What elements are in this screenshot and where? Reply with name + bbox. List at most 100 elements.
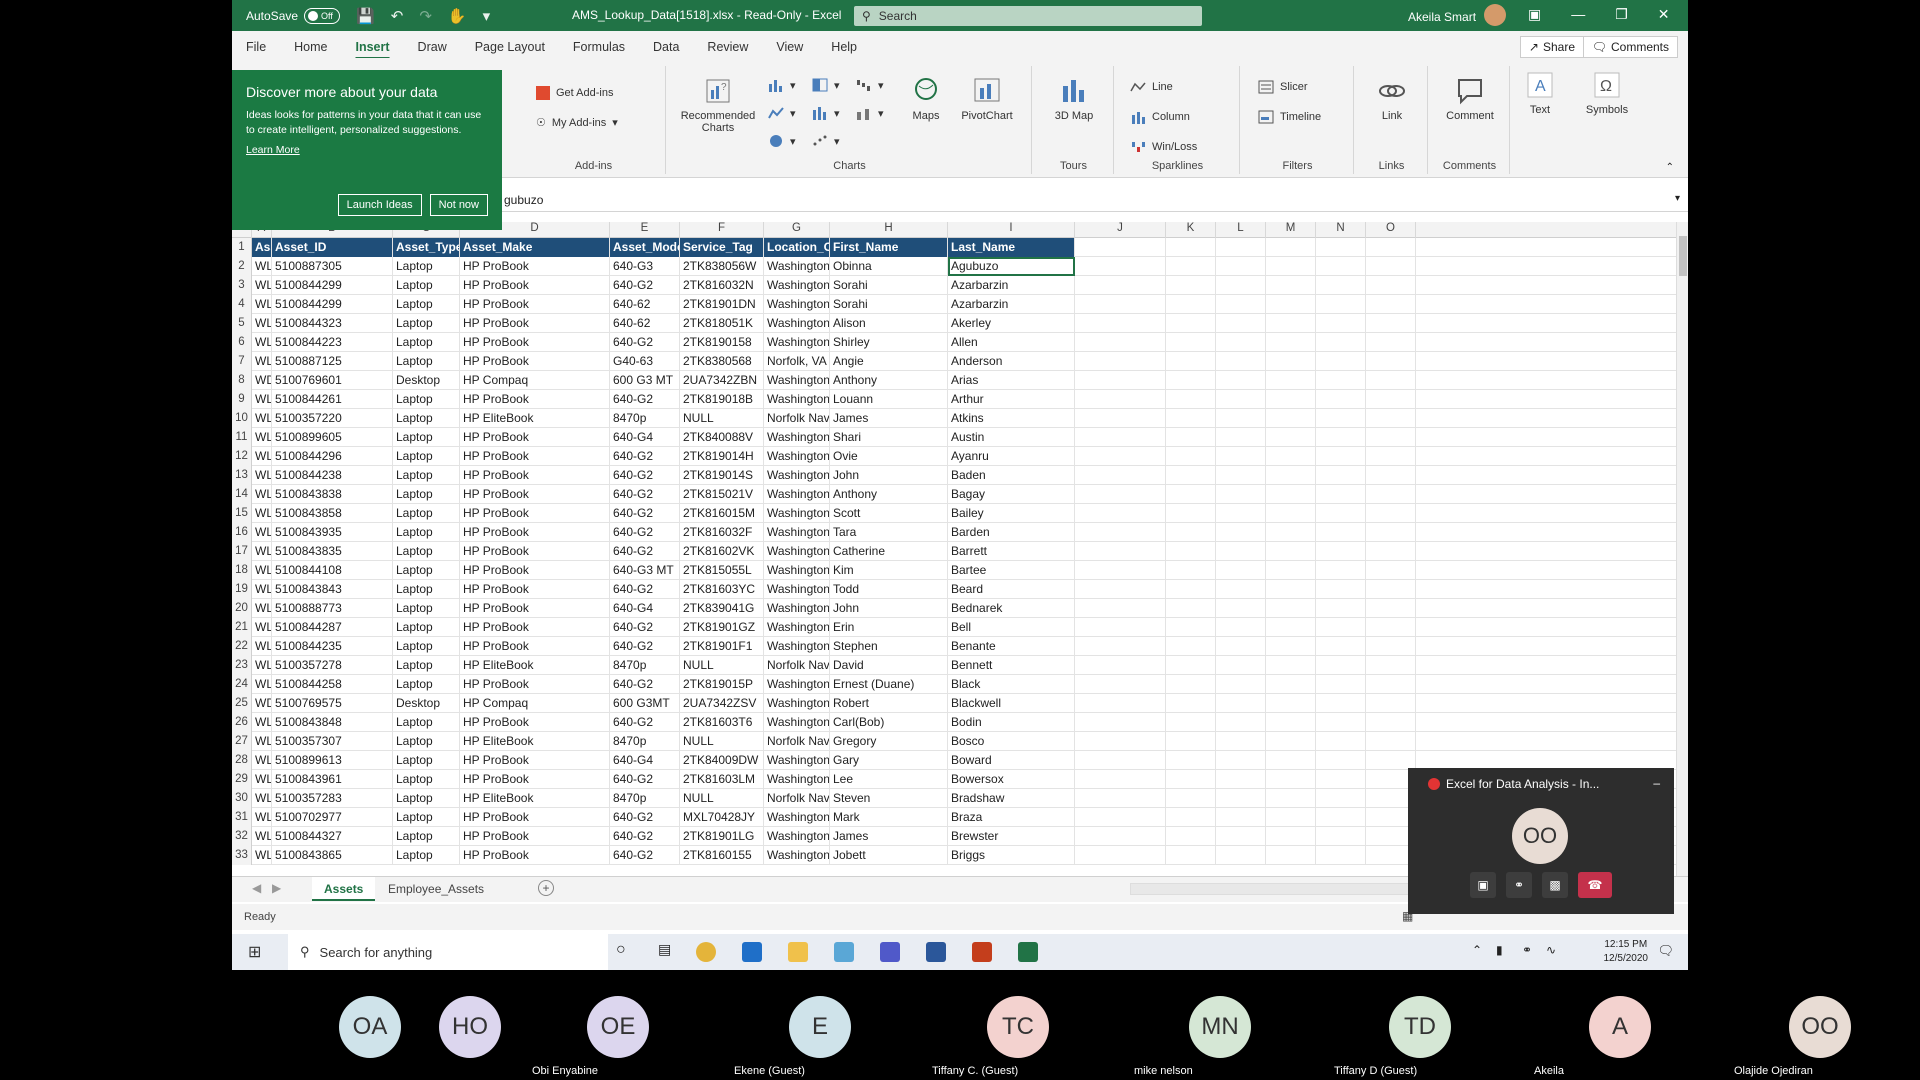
formula-text[interactable]: gubuzo — [504, 193, 543, 207]
table-cell[interactable] — [1266, 352, 1316, 371]
table-cell[interactable] — [1216, 637, 1266, 656]
table-cell[interactable] — [1075, 637, 1166, 656]
table-cell[interactable]: Laptop — [393, 789, 460, 808]
row-number[interactable]: 29 — [232, 770, 252, 789]
table-cell[interactable] — [1266, 447, 1316, 466]
table-cell[interactable]: HP ProBook — [460, 542, 610, 561]
table-cell[interactable]: 5100843961 — [272, 770, 393, 789]
table-cell[interactable]: Washington Navy Yard — [764, 846, 830, 865]
table-cell[interactable]: 5100844296 — [272, 447, 393, 466]
wifi-icon[interactable]: ∿ — [1546, 943, 1556, 957]
get-addins-button[interactable]: Get Add-ins — [536, 86, 613, 100]
table-cell[interactable]: NULL — [680, 732, 764, 751]
table-cell[interactable] — [1216, 447, 1266, 466]
table-cell[interactable]: WDWNYD049278NN — [252, 371, 272, 390]
table-cell[interactable]: WLWNYD050630NN — [252, 447, 272, 466]
table-cell[interactable]: James — [830, 827, 948, 846]
table-cell[interactable]: NULL — [680, 789, 764, 808]
table-cell[interactable] — [1075, 656, 1166, 675]
table-cell[interactable] — [1166, 732, 1216, 751]
table-cell[interactable]: HP ProBook — [460, 713, 610, 732]
table-cell[interactable] — [1075, 466, 1166, 485]
table-cell[interactable]: 2TK81603T6 — [680, 713, 764, 732]
user-avatar[interactable] — [1484, 4, 1507, 26]
table-cell[interactable] — [1266, 333, 1316, 352]
hierarchy-chart-button[interactable]: ▾ — [812, 78, 840, 92]
table-cell[interactable]: HP ProBook — [460, 352, 610, 371]
table-cell[interactable]: Desktop — [393, 694, 460, 713]
row-number[interactable]: 19 — [232, 580, 252, 599]
table-cell[interactable]: WLNFSH017921NN — [252, 409, 272, 428]
table-cell[interactable]: WLWNYD050692NN — [252, 523, 272, 542]
header-cell[interactable]: Asset_ID — [272, 238, 393, 257]
table-cell[interactable] — [1316, 276, 1366, 295]
teams-icon[interactable] — [880, 942, 900, 962]
table-cell[interactable]: Bodin — [948, 713, 1075, 732]
table-cell[interactable]: James — [830, 409, 948, 428]
table-cell[interactable]: Braza — [948, 808, 1075, 827]
header-cell[interactable]: Location_City — [764, 238, 830, 257]
table-cell[interactable] — [1316, 694, 1366, 713]
table-cell[interactable] — [1166, 789, 1216, 808]
table-cell[interactable] — [1266, 295, 1316, 314]
table-cell[interactable]: Laptop — [393, 276, 460, 295]
table-cell[interactable]: Laptop — [393, 713, 460, 732]
table-cell[interactable] — [1166, 694, 1216, 713]
table-cell[interactable] — [1366, 713, 1416, 732]
table-cell[interactable]: HP ProBook — [460, 846, 610, 865]
table-cell[interactable] — [1366, 371, 1416, 390]
table-cell[interactable]: Washington Navy Yard — [764, 675, 830, 694]
column-header-G[interactable]: G — [764, 222, 830, 238]
table-cell[interactable]: 640-G3 MT — [610, 561, 680, 580]
table-cell[interactable]: WLWNYD050696NN — [252, 542, 272, 561]
table-cell[interactable]: Washington Navy Yard — [764, 485, 830, 504]
table-cell[interactable] — [1166, 485, 1216, 504]
table-cell[interactable] — [1316, 314, 1366, 333]
table-cell[interactable] — [1366, 314, 1416, 333]
table-cell[interactable]: WLWNYD050686NN — [252, 846, 272, 865]
table-cell[interactable] — [1316, 333, 1366, 352]
table-cell[interactable]: 640-62 — [610, 314, 680, 333]
table-cell[interactable] — [1316, 656, 1366, 675]
table-cell[interactable]: 2TK81603LM — [680, 770, 764, 789]
column-header-J[interactable]: J — [1075, 222, 1166, 238]
table-cell[interactable]: HP ProBook — [460, 390, 610, 409]
table-cell[interactable]: Norfolk Naval Shipyard — [764, 656, 830, 675]
table-cell[interactable]: Barden — [948, 523, 1075, 542]
table-cell[interactable] — [1316, 257, 1366, 276]
chrome-icon[interactable] — [696, 942, 716, 962]
table-cell[interactable] — [1316, 827, 1366, 846]
table-cell[interactable] — [1166, 295, 1216, 314]
table-cell[interactable] — [1316, 523, 1366, 542]
table-cell[interactable]: Bartee — [948, 561, 1075, 580]
table-cell[interactable]: NULL — [680, 656, 764, 675]
header-cell[interactable] — [1166, 238, 1216, 257]
table-cell[interactable] — [1216, 694, 1266, 713]
table-cell[interactable]: Laptop — [393, 827, 460, 846]
table-cell[interactable]: Laptop — [393, 675, 460, 694]
table-cell[interactable]: 2TK8190158 — [680, 333, 764, 352]
table-cell[interactable]: Anthony — [830, 485, 948, 504]
table-cell[interactable] — [1075, 390, 1166, 409]
table-cell[interactable]: HP ProBook — [460, 637, 610, 656]
table-cell[interactable]: Atkins — [948, 409, 1075, 428]
table-cell[interactable] — [1266, 808, 1316, 827]
table-cell[interactable]: HP ProBook — [460, 295, 610, 314]
column-header-E[interactable]: E — [610, 222, 680, 238]
table-cell[interactable] — [1216, 580, 1266, 599]
column-header-O[interactable]: O — [1366, 222, 1416, 238]
slicer-button[interactable]: Slicer — [1258, 80, 1308, 94]
table-cell[interactable]: 8470p — [610, 656, 680, 675]
table-cell[interactable] — [1216, 466, 1266, 485]
table-cell[interactable] — [1266, 732, 1316, 751]
table-cell[interactable] — [1366, 580, 1416, 599]
table-cell[interactable]: Laptop — [393, 599, 460, 618]
table-cell[interactable]: Norfolk Naval Shipyard — [764, 789, 830, 808]
header-cell[interactable]: Asset_Model — [610, 238, 680, 257]
table-cell[interactable]: Tara — [830, 523, 948, 542]
table-cell[interactable]: Shari — [830, 428, 948, 447]
table-cell[interactable]: 2TK819015P — [680, 675, 764, 694]
table-cell[interactable]: 5100843838 — [272, 485, 393, 504]
table-cell[interactable] — [1266, 276, 1316, 295]
table-cell[interactable]: 8470p — [610, 732, 680, 751]
